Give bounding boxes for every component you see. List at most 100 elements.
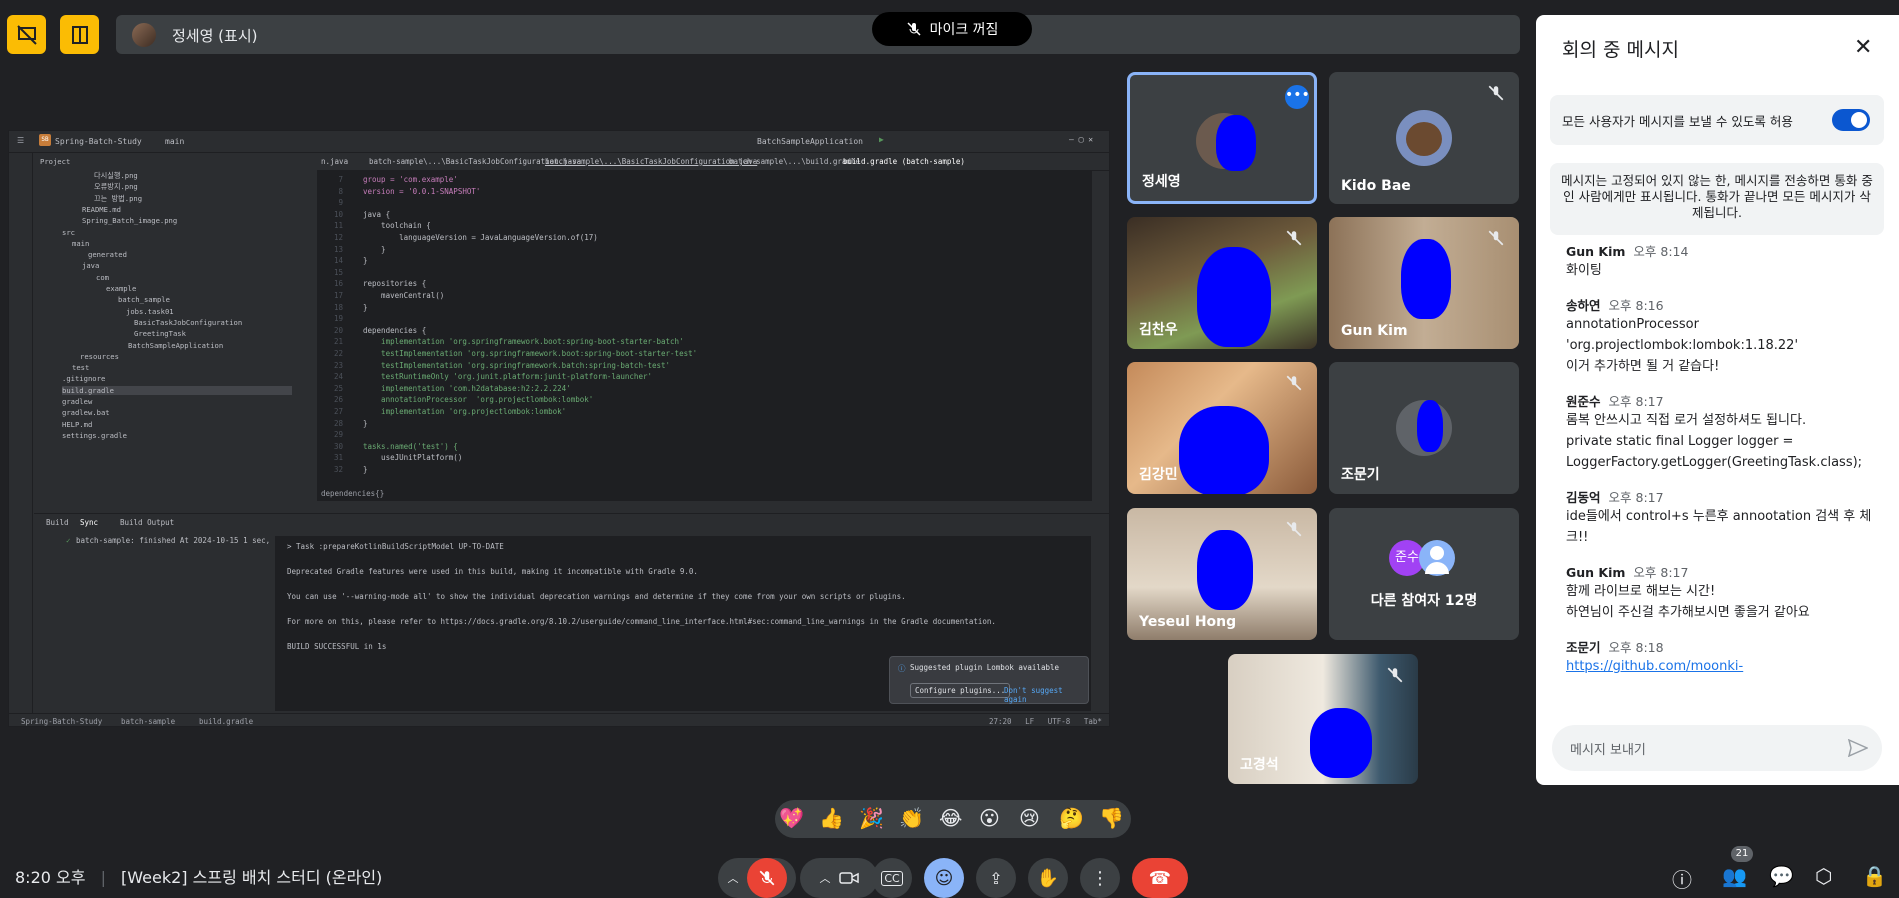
present-off-icon bbox=[16, 24, 37, 45]
heart-reaction[interactable]: 💖 bbox=[779, 806, 804, 830]
editor-tab[interactable]: batch-sample\...\BasicTaskJobConfigurati… bbox=[545, 157, 757, 166]
thinking-reaction[interactable]: 🤔 bbox=[1059, 806, 1084, 830]
sync-tab[interactable]: Sync bbox=[80, 518, 98, 527]
tree-item[interactable]: 오류방지.png bbox=[94, 182, 138, 192]
status-path-1[interactable]: batch-sample bbox=[121, 717, 175, 726]
surprised-reaction[interactable]: 😮 bbox=[979, 806, 1000, 830]
tree-item[interactable]: jobs.task01 bbox=[126, 307, 174, 316]
tree-item[interactable]: README.md bbox=[82, 205, 121, 214]
thumbs-up-reaction[interactable]: 👍 bbox=[819, 806, 844, 830]
mic-control[interactable]: ︿ bbox=[718, 858, 796, 898]
tree-item[interactable]: test bbox=[72, 363, 89, 372]
message-link[interactable]: https://github.com/moonki- bbox=[1566, 659, 1743, 674]
more-options-icon[interactable]: ••• bbox=[1285, 85, 1310, 109]
message-text: private static final Logger logger = bbox=[1566, 434, 1794, 449]
others-tile[interactable]: 준수 다른 참여자 12명 bbox=[1329, 508, 1519, 640]
dont-suggest-link[interactable]: Don't suggest again bbox=[1004, 686, 1088, 704]
participant-tile[interactable]: 고경석 bbox=[1228, 654, 1418, 784]
ide-run-config[interactable]: BatchSampleApplication bbox=[757, 137, 863, 146]
close-icon[interactable]: ✕ bbox=[1854, 37, 1872, 59]
sad-reaction[interactable]: 😢 bbox=[1019, 806, 1040, 830]
captions-button[interactable]: CC bbox=[872, 858, 912, 898]
tree-item[interactable]: BasicTaskJobConfiguration bbox=[134, 318, 242, 327]
tree-item[interactable]: com bbox=[96, 273, 109, 282]
window-controls[interactable]: — ▢ ✕ bbox=[1069, 135, 1093, 144]
tree-item[interactable]: 다시실행.png bbox=[94, 171, 138, 181]
configure-plugins-button[interactable]: Configure plugins... bbox=[910, 683, 1011, 698]
ide-branch[interactable]: main bbox=[165, 137, 184, 146]
tree-item[interactable]: batch_sample bbox=[118, 295, 170, 304]
participant-tile[interactable]: 조문기 bbox=[1329, 362, 1519, 494]
laugh-reaction[interactable]: 😂 bbox=[939, 806, 962, 830]
present-button[interactable]: ⇪ bbox=[976, 858, 1016, 898]
tree-item[interactable]: example bbox=[106, 284, 136, 293]
code-line: } bbox=[363, 465, 368, 474]
party-reaction[interactable]: 🎉 bbox=[859, 806, 884, 830]
participant-tile[interactable]: 김찬우 bbox=[1127, 217, 1317, 349]
tree-item[interactable]: generated bbox=[88, 250, 127, 259]
tree-item[interactable]: java bbox=[82, 261, 99, 270]
camera-control[interactable]: ︿ bbox=[800, 858, 878, 898]
chat-icon[interactable]: 💬 bbox=[1769, 864, 1794, 888]
chevron-up-icon[interactable]: ︿ bbox=[728, 870, 739, 886]
presentation-toggle-button[interactable] bbox=[7, 15, 46, 54]
build-tab[interactable]: Build bbox=[46, 518, 69, 527]
host-controls-icon[interactable]: 🔒 bbox=[1862, 864, 1887, 888]
line-number: 15 bbox=[333, 267, 343, 277]
tree-item[interactable]: gradlew bbox=[62, 397, 92, 406]
people-icon[interactable]: 👥 bbox=[1722, 864, 1747, 888]
message-text: 하연님이 주신걸 추가해보시면 좋을거 같아요 bbox=[1566, 605, 1810, 620]
participant-tile[interactable]: ••• 정세영 bbox=[1127, 72, 1317, 204]
editor-tab[interactable]: batch-sample\...\build.gradle bbox=[729, 157, 860, 166]
status-path-0[interactable]: Spring-Batch-Study bbox=[21, 717, 102, 726]
tree-item[interactable]: src bbox=[62, 228, 75, 237]
activities-icon[interactable]: ⬡ bbox=[1815, 864, 1832, 888]
info-icon[interactable]: ⓘ bbox=[1672, 864, 1692, 893]
chevron-up-icon[interactable]: ︿ bbox=[820, 870, 831, 886]
tree-item[interactable]: GreetingTask bbox=[134, 329, 186, 338]
allow-messages-toggle[interactable] bbox=[1832, 109, 1870, 131]
tree-item[interactable]: build.gradle bbox=[62, 385, 292, 395]
camera-icon[interactable] bbox=[838, 870, 859, 886]
participant-tile[interactable]: Gun Kim bbox=[1329, 217, 1519, 349]
line-number: 31 bbox=[333, 453, 343, 463]
tree-item[interactable]: resources bbox=[80, 352, 119, 361]
tree-item[interactable]: .gitignore bbox=[62, 374, 105, 383]
raise-hand-button[interactable]: ✋ bbox=[1028, 858, 1068, 898]
status-path-2[interactable]: build.gradle bbox=[199, 717, 253, 726]
tree-item[interactable]: gradlew.bat bbox=[62, 408, 110, 417]
editor-tab[interactable]: n.java bbox=[321, 157, 348, 166]
mic-toggle-button[interactable] bbox=[746, 858, 787, 898]
build-result[interactable]: batch-sample: finished At 2024-10-15 1 s… bbox=[76, 536, 302, 545]
tree-item[interactable]: settings.gradle bbox=[62, 431, 127, 440]
sender: Gun Kim bbox=[1566, 244, 1626, 259]
participant-tile[interactable]: 김강민 bbox=[1127, 362, 1317, 494]
mic-status-pill: 마이크 꺼짐 bbox=[872, 12, 1032, 46]
ide-project-name[interactable]: Spring-Batch-Study bbox=[55, 137, 142, 146]
build-output-tab[interactable]: Build Output bbox=[120, 518, 174, 527]
line-number: 28 bbox=[333, 418, 343, 428]
tree-item[interactable]: BatchSampleApplication bbox=[128, 341, 223, 350]
layout-button[interactable] bbox=[60, 15, 99, 54]
participant-tile[interactable]: Kido Bae bbox=[1329, 72, 1519, 204]
project-panel-label[interactable]: Project bbox=[40, 157, 70, 166]
participant-tile[interactable]: Yeseul Hong bbox=[1127, 508, 1317, 640]
message-input[interactable]: 메시지 보내기 bbox=[1552, 725, 1882, 771]
code-editor[interactable]: 7 group = 'com.example' 8 version = '0.0.1-… bbox=[317, 171, 1092, 501]
editor-tab-active[interactable]: build.gradle (batch-sample) bbox=[843, 157, 965, 166]
tree-item[interactable]: Spring_Batch_image.png bbox=[82, 216, 177, 225]
message-text: 이거 추가하면 될 거 같습다! bbox=[1566, 359, 1720, 374]
run-icon[interactable]: ▶ bbox=[879, 135, 884, 144]
presenter-name: 정세영 (표시) bbox=[172, 27, 258, 45]
clock: 8:20 오후 bbox=[15, 868, 86, 887]
leave-call-button[interactable]: ☎ bbox=[1132, 858, 1188, 898]
tree-item[interactable]: HELP.md bbox=[62, 420, 92, 429]
emoji-button[interactable]: ☺ bbox=[924, 858, 964, 898]
others-label: 다른 참여자 12명 bbox=[1370, 593, 1478, 609]
more-options-button[interactable]: ⋮ bbox=[1080, 858, 1120, 898]
clap-reaction[interactable]: 👏 bbox=[899, 806, 924, 830]
tree-item[interactable]: main bbox=[72, 239, 89, 248]
thumbs-down-reaction[interactable]: 👎 bbox=[1099, 806, 1124, 830]
tree-item[interactable]: 끄는 방법.png bbox=[94, 194, 142, 204]
send-icon[interactable] bbox=[1848, 739, 1868, 757]
